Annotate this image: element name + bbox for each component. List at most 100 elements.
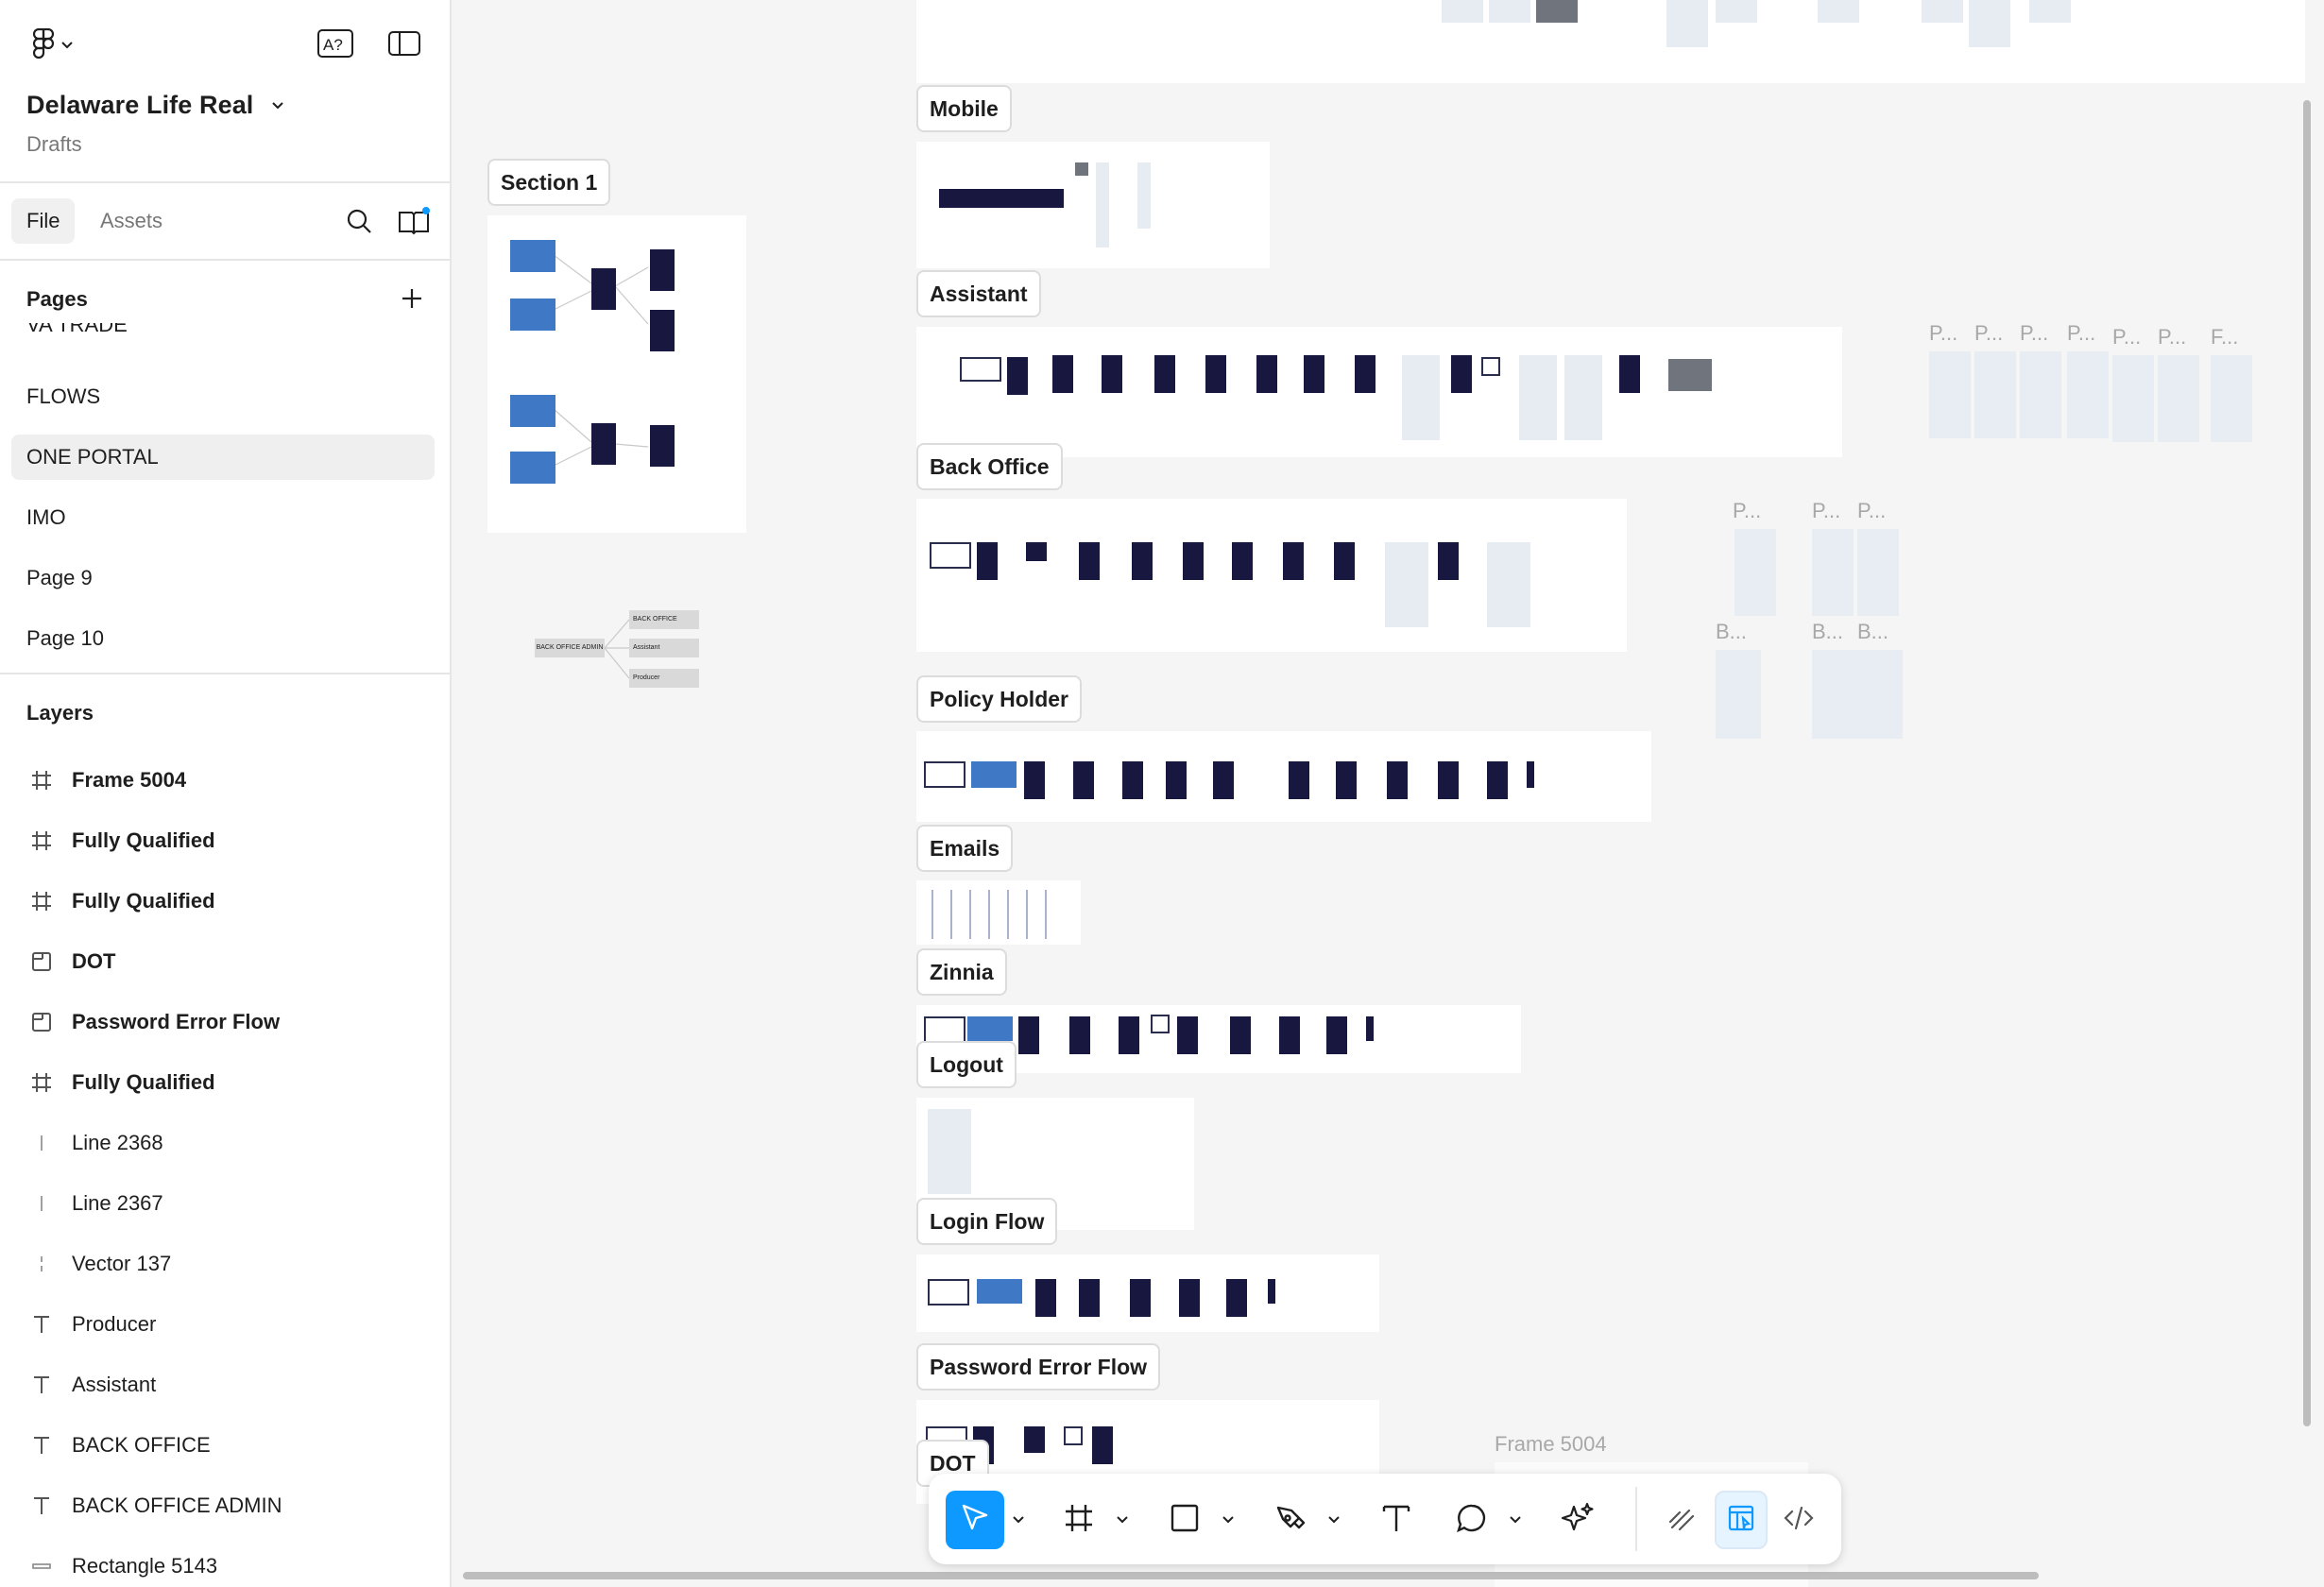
section-label-password-error-flow[interactable]: Password Error Flow: [916, 1343, 1161, 1391]
add-page-button[interactable]: [395, 283, 429, 317]
frame-label-collapsed[interactable]: P...: [2067, 321, 2095, 346]
frame-label-collapsed[interactable]: B...: [1857, 620, 1888, 644]
page-item[interactable]: ONE PORTAL: [11, 435, 435, 480]
dev-mode-button[interactable]: [1773, 1491, 1824, 1549]
frame-label-collapsed[interactable]: P...: [1812, 499, 1840, 523]
role-diagram[interactable]: BACK OFFICE ADMIN BACK OFFICE Assistant …: [535, 605, 705, 690]
frame-thumbnail[interactable]: [1812, 650, 1857, 739]
frame-tool-options[interactable]: [1112, 1510, 1133, 1530]
frame-thumbnail[interactable]: [1857, 529, 1899, 616]
frame-thumbnail[interactable]: [1734, 529, 1776, 616]
search-button[interactable]: [342, 206, 376, 240]
pen-tool-button[interactable]: [1261, 1491, 1320, 1549]
mobile-section-frame[interactable]: [916, 142, 1270, 268]
layer-item[interactable]: Fully Qualified: [11, 814, 435, 867]
shape-tool-options[interactable]: [1218, 1510, 1239, 1530]
main-menu-button[interactable]: [25, 27, 81, 62]
tab-assets[interactable]: Assets: [85, 198, 178, 244]
frame-thumbnail[interactable]: [2020, 351, 2061, 438]
frame-label-collapsed[interactable]: B...: [1812, 620, 1843, 644]
horizontal-scrollbar[interactable]: [463, 1572, 2039, 1579]
frame-thumbnail: [591, 423, 616, 465]
layer-item[interactable]: Line 2368: [11, 1117, 435, 1169]
draw-mode-button[interactable]: [1656, 1491, 1707, 1549]
ai-rename-button[interactable]: A?: [316, 28, 355, 62]
frame-label-collapsed[interactable]: B...: [1716, 620, 1747, 644]
file-title[interactable]: Delaware Life Real: [26, 91, 253, 120]
section-label-emails[interactable]: Emails: [916, 825, 1014, 872]
section-label-login-flow[interactable]: Login Flow: [916, 1198, 1058, 1245]
section-label-back-office[interactable]: Back Office: [916, 443, 1063, 490]
frame-label-frame-5004[interactable]: Frame 5004: [1495, 1432, 1607, 1457]
section-frame[interactable]: [916, 0, 2305, 83]
frame-tool-button[interactable]: [1050, 1491, 1108, 1549]
back-office-section-frame[interactable]: [916, 499, 1627, 652]
actions-tool-button[interactable]: [1548, 1491, 1607, 1549]
frame-label-collapsed[interactable]: P...: [2158, 325, 2186, 350]
section-1-frame[interactable]: [487, 215, 746, 533]
vertical-scrollbar[interactable]: [2303, 100, 2311, 1426]
library-button[interactable]: [395, 206, 433, 240]
frame-label-collapsed[interactable]: P...: [2112, 325, 2141, 350]
frame-thumbnail[interactable]: [2067, 351, 2109, 438]
frame-thumbnail[interactable]: [1716, 650, 1761, 739]
section-label-section-1[interactable]: Section 1: [487, 159, 611, 206]
layer-item[interactable]: Assistant: [11, 1358, 435, 1411]
layer-item[interactable]: BACK OFFICE ADMIN: [11, 1479, 435, 1532]
frame-thumbnail[interactable]: [1812, 529, 1854, 616]
layer-item[interactable]: Fully Qualified: [11, 1056, 435, 1109]
frame-thumbnail[interactable]: [1974, 351, 2016, 438]
frame-thumbnail: [1536, 0, 1578, 23]
layer-item[interactable]: DOT: [11, 935, 435, 988]
frame-thumbnail[interactable]: [2211, 355, 2252, 442]
section-label-logout[interactable]: Logout: [916, 1041, 1017, 1088]
frame-thumbnail[interactable]: [1929, 351, 1971, 438]
layer-item[interactable]: Producer: [11, 1298, 435, 1351]
frame-label-collapsed[interactable]: P...: [2020, 321, 2048, 346]
layer-item[interactable]: BACK OFFICE: [11, 1419, 435, 1472]
frame-label-collapsed[interactable]: P...: [1857, 499, 1886, 523]
page-item[interactable]: FLOWS: [11, 374, 435, 419]
ai-sparkle-icon: [1561, 1501, 1595, 1540]
login-flow-section-frame[interactable]: [916, 1254, 1379, 1332]
text-tool-button[interactable]: [1367, 1491, 1426, 1549]
frame-thumbnail[interactable]: [2158, 355, 2199, 442]
policy-holder-section-frame[interactable]: [916, 731, 1651, 822]
frame-thumbnail[interactable]: [2112, 355, 2154, 442]
toggle-sidebar-button[interactable]: [385, 28, 423, 62]
design-canvas[interactable]: Section 1 BACK OFFICE ADMIN BACK OFFICE …: [452, 0, 2324, 1587]
assistant-section-frame[interactable]: [916, 327, 1842, 457]
page-item[interactable]: VA TRADE: [11, 323, 435, 348]
file-location[interactable]: Drafts: [26, 132, 82, 157]
comment-tool-button[interactable]: [1443, 1491, 1501, 1549]
email-thumbnails: [930, 890, 1062, 939]
frame-label-collapsed[interactable]: P...: [1929, 321, 1957, 346]
page-item[interactable]: Page 10: [11, 616, 435, 661]
frame-thumbnail: [1487, 761, 1508, 799]
layer-item[interactable]: Line 2367: [11, 1177, 435, 1230]
frame-label-collapsed[interactable]: P...: [1733, 499, 1761, 523]
move-tool-options[interactable]: [1008, 1510, 1029, 1530]
layer-item[interactable]: Fully Qualified: [11, 875, 435, 928]
section-label-zinnia[interactable]: Zinnia: [916, 948, 1007, 996]
design-mode-button[interactable]: [1715, 1491, 1768, 1549]
tab-file[interactable]: File: [11, 198, 76, 244]
comment-tool-options[interactable]: [1505, 1510, 1526, 1530]
layer-item[interactable]: Password Error Flow: [11, 996, 435, 1049]
page-item[interactable]: IMO: [11, 495, 435, 540]
layer-item[interactable]: Vector 137: [11, 1237, 435, 1290]
layer-item[interactable]: Frame 5004: [11, 754, 435, 807]
frame-label-collapsed[interactable]: P...: [1974, 321, 2003, 346]
frame-label-collapsed[interactable]: F...: [2211, 325, 2238, 350]
section-label-policy-holder[interactable]: Policy Holder: [916, 675, 1082, 723]
pen-tool-options[interactable]: [1324, 1510, 1344, 1530]
file-title-menu[interactable]: [266, 94, 289, 117]
shape-tool-button[interactable]: [1155, 1491, 1214, 1549]
move-tool-button[interactable]: [946, 1491, 1004, 1549]
section-label-mobile[interactable]: Mobile: [916, 85, 1012, 132]
frame-thumbnail[interactable]: [1857, 650, 1903, 739]
section-label-assistant[interactable]: Assistant: [916, 270, 1041, 317]
emails-section-frame[interactable]: [916, 880, 1081, 945]
layer-item[interactable]: Rectangle 5143: [11, 1540, 435, 1587]
page-item[interactable]: Page 9: [11, 555, 435, 601]
